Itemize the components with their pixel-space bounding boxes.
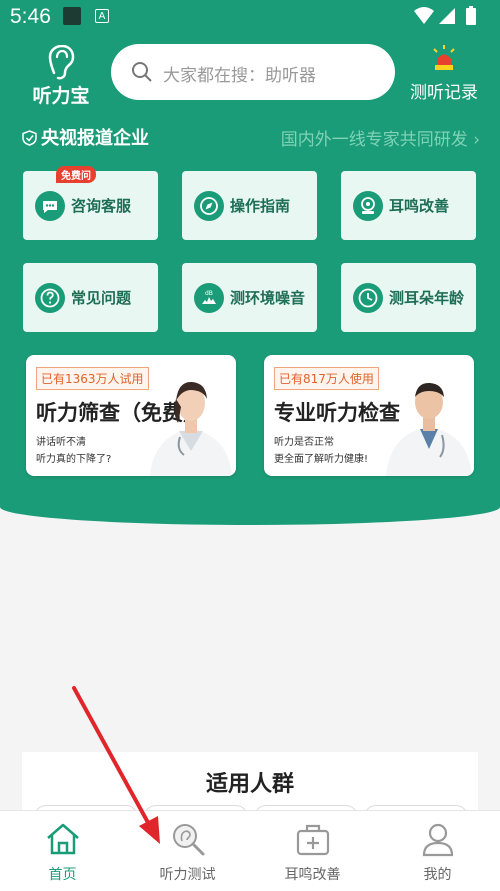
annotation-arrow [72,686,160,844]
